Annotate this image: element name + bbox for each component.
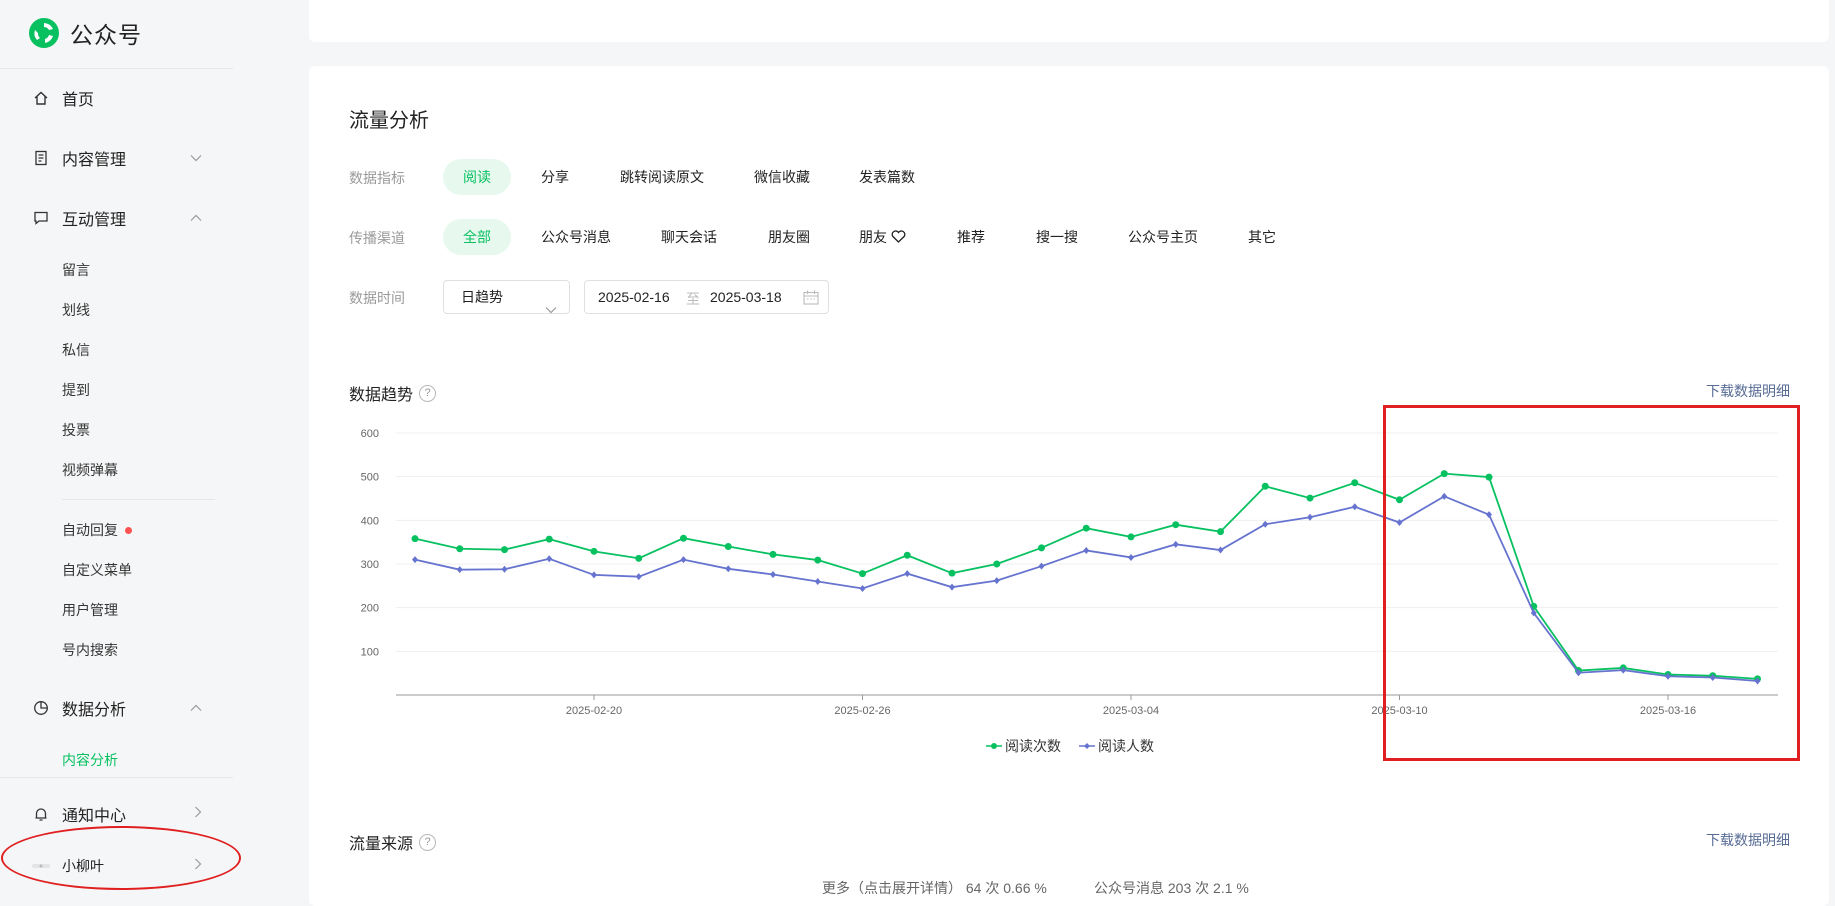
channel-chip-friends[interactable]: 朋友 [839, 219, 926, 255]
page-title: 流量分析 [349, 110, 429, 132]
nav-home-label: 首页 [62, 92, 95, 109]
metric-chip-share[interactable]: 分享 [521, 159, 589, 195]
time-granularity-value: 日趋势 [461, 289, 503, 305]
nav-interaction-management[interactable]: 互动管理 [32, 206, 202, 230]
app-logo[interactable]: 公众号 [28, 16, 142, 50]
legend-label-reader-count: 阅读人数 [1098, 738, 1154, 754]
metric-label: 数据指标 [349, 170, 405, 186]
sidebar-item-comments[interactable]: 留言 [62, 260, 90, 280]
channel-chip-friends-label: 朋友 [859, 229, 887, 245]
sidebar-item-auto-reply[interactable]: 自动回复 [62, 520, 132, 540]
annotation-highlight-box [1383, 405, 1800, 761]
channel-label: 传播渠道 [349, 230, 405, 246]
channel-chip-account-homepage[interactable]: 公众号主页 [1108, 219, 1218, 255]
legend-item-read-count[interactable]: 阅读次数 [986, 736, 1061, 756]
sidebar-item-content-analysis[interactable]: 内容分析 [62, 750, 118, 770]
channel-chip-recommend[interactable]: 推荐 [937, 219, 1005, 255]
source-account-message-label: 公众号消息 203 次 2.1 % [1094, 880, 1249, 896]
sidebar-item-video-danmaku[interactable]: 视频弹幕 [62, 460, 118, 480]
chevron-down-icon [545, 293, 557, 325]
sidebar-item-messages[interactable]: 私信 [62, 340, 90, 360]
time-granularity-select[interactable]: 日趋势 [443, 280, 570, 314]
metric-chip-read-original[interactable]: 跳转阅读原文 [600, 159, 724, 195]
sidebar-item-mentions[interactable]: 提到 [62, 380, 90, 400]
date-range-picker[interactable]: 2025-02-16 至 2025-03-18 [584, 280, 829, 314]
metric-chip-read[interactable]: 阅读 [443, 159, 511, 195]
chevron-up-icon [190, 209, 202, 227]
nav-content-management-label: 内容管理 [62, 152, 127, 169]
wechat-official-logo-icon [29, 18, 59, 48]
chevron-down-icon [190, 149, 202, 167]
sidebar-item-votes[interactable]: 投票 [62, 420, 90, 440]
legend-marker-green [986, 743, 1002, 749]
trend-section-title: 数据趋势 ? [349, 381, 437, 405]
channel-chip-account-messages[interactable]: 公众号消息 [521, 219, 631, 255]
home-icon [32, 89, 50, 107]
date-separator: 至 [686, 291, 700, 307]
annotation-highlight-oval [1, 826, 241, 890]
channel-chip-other[interactable]: 其它 [1228, 219, 1296, 255]
source-more-label[interactable]: 更多（点击展开详情） 64 次 0.66 % [822, 878, 1047, 898]
time-label: 数据时间 [349, 290, 405, 306]
document-icon [32, 149, 50, 167]
chat-bubble-icon [32, 209, 50, 227]
divider [62, 499, 215, 500]
channel-chip-chat[interactable]: 聊天会话 [641, 219, 737, 255]
channel-chip-search[interactable]: 搜一搜 [1016, 219, 1098, 255]
sidebar-item-custom-menu[interactable]: 自定义菜单 [62, 560, 132, 580]
chevron-up-icon [190, 699, 202, 717]
divider [0, 777, 233, 778]
nav-interaction-management-label: 互动管理 [62, 212, 127, 229]
chevron-right-icon [194, 805, 202, 823]
metric-chip-favorites[interactable]: 微信收藏 [734, 159, 830, 195]
pie-chart-icon [32, 699, 50, 717]
calendar-icon[interactable] [803, 290, 819, 308]
nav-notification-center-label: 通知中心 [62, 808, 127, 825]
source-title-text: 流量来源 [349, 836, 414, 853]
legend-label-read-count: 阅读次数 [1005, 738, 1061, 754]
download-source-link[interactable]: 下载数据明细 [1706, 830, 1790, 850]
sidebar-item-in-account-search[interactable]: 号内搜索 [62, 640, 118, 660]
sidebar: 公众号 首页 内容管理 互动管理 留言 划线 私信 提到 投票 视频弹幕 自动回… [0, 0, 233, 895]
channel-chip-moments-label: 朋友圈 [768, 229, 810, 245]
sidebar-item-user-management[interactable]: 用户管理 [62, 600, 118, 620]
top-card [309, 0, 1829, 42]
bell-icon [32, 805, 50, 823]
nav-notification-center[interactable]: 通知中心 [32, 802, 202, 826]
legend-item-reader-count[interactable]: 阅读人数 [1079, 736, 1154, 756]
divider [0, 68, 233, 69]
nav-data-analysis-label: 数据分析 [62, 702, 127, 719]
nav-home[interactable]: 首页 [32, 86, 202, 110]
heart-icon [891, 230, 906, 243]
sidebar-item-underline[interactable]: 划线 [62, 300, 90, 320]
trend-title-text: 数据趋势 [349, 387, 414, 404]
nav-data-analysis[interactable]: 数据分析 [32, 696, 202, 720]
date-end[interactable]: 2025-03-18 [710, 289, 782, 305]
notification-dot [125, 526, 132, 534]
sidebar-item-auto-reply-label: 自动回复 [62, 522, 118, 538]
channel-chip-all[interactable]: 全部 [443, 219, 511, 255]
download-trend-link[interactable]: 下载数据明细 [1706, 381, 1790, 401]
help-icon[interactable]: ? [419, 384, 437, 402]
date-start[interactable]: 2025-02-16 [598, 289, 670, 305]
app-name: 公众号 [70, 22, 142, 48]
source-section-title: 流量来源 ? [349, 830, 437, 854]
help-icon[interactable]: ? [419, 833, 437, 851]
nav-content-management[interactable]: 内容管理 [32, 146, 202, 170]
legend-marker-blue [1079, 743, 1095, 749]
channel-chip-moments[interactable]: 朋友圈 [748, 219, 830, 255]
metric-chip-publish-count[interactable]: 发表篇数 [839, 159, 935, 195]
